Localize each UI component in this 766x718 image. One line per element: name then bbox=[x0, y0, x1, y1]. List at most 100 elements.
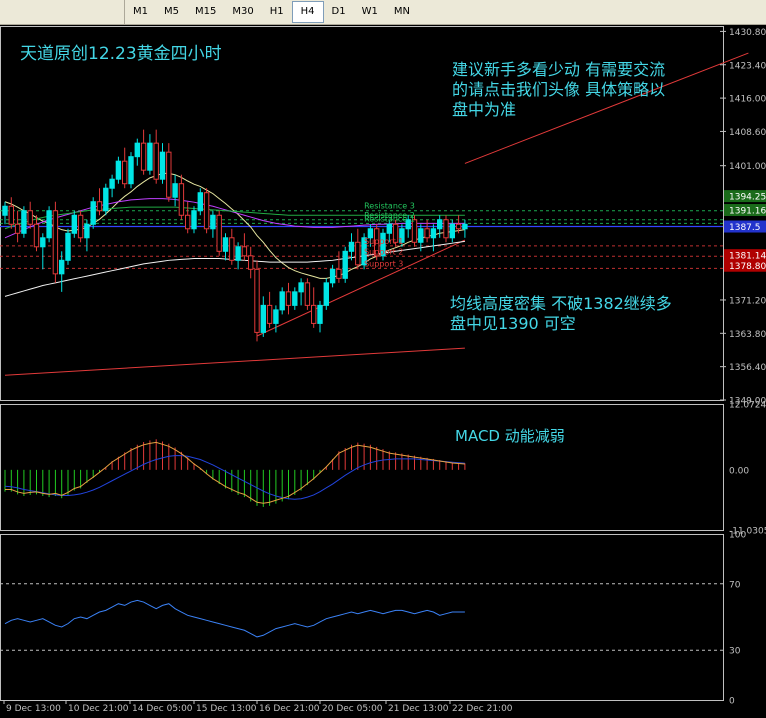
chart-annotation-macd: MACD 动能减弱 bbox=[455, 427, 565, 445]
candle-body bbox=[59, 259, 65, 275]
time-axis-label: 9 Dec 13:00 bbox=[6, 704, 61, 714]
ma-comment-line: 均线高度密集 不破1382继续多 bbox=[450, 294, 672, 313]
candle-body bbox=[241, 246, 248, 257]
candle-body bbox=[33, 223, 40, 248]
timeframe-button-m5[interactable]: M5 bbox=[156, 1, 187, 23]
timeframe-button-m1[interactable]: M1 bbox=[125, 1, 156, 23]
timeframe-button-group: M1 M5 M15 M30 H1 H4 D1 W1 MN bbox=[124, 0, 418, 24]
candle-body bbox=[71, 214, 77, 234]
candle-body bbox=[298, 282, 304, 293]
candle-body bbox=[386, 223, 393, 234]
candle-body bbox=[222, 237, 229, 252]
trend-line bbox=[4, 347, 465, 376]
price-level-label: Resistance 3 bbox=[364, 202, 415, 211]
candle-body bbox=[52, 210, 59, 275]
candle-body bbox=[317, 304, 323, 324]
chart-annotation-title: 天道原创12.23黄金四小时 bbox=[20, 44, 222, 64]
candle-body bbox=[185, 214, 191, 230]
timeframe-button-d1[interactable]: D1 bbox=[324, 1, 354, 23]
price-level-label: Support 1 bbox=[364, 237, 403, 246]
timeframe-button-h1[interactable]: H1 bbox=[262, 1, 292, 23]
time-axis-label: 20 Dec 05:00 bbox=[322, 704, 383, 714]
time-axis-label: 14 Dec 05:00 bbox=[132, 704, 193, 714]
rsi-line bbox=[4, 599, 465, 638]
chart-pane-frame bbox=[0, 534, 724, 701]
price-axis-label: 1387.5 bbox=[729, 223, 761, 233]
timeframe-button-mn[interactable]: MN bbox=[386, 1, 418, 23]
candle-body bbox=[115, 160, 122, 180]
candle-body bbox=[191, 210, 197, 230]
candle-body bbox=[424, 228, 430, 239]
chart-annotation-advice: 建议新手多看少动 有需要交流 的请点击我们头像 具体策略以 盘中为准 bbox=[452, 60, 665, 120]
candle-body bbox=[153, 142, 159, 180]
price-axis-label: 1394.25 bbox=[729, 193, 766, 203]
rsi-axis-label: 0 bbox=[729, 697, 735, 707]
candle-body bbox=[455, 223, 462, 230]
price-axis-label: 1378.80 bbox=[729, 262, 766, 272]
candle-body bbox=[336, 268, 342, 279]
candle-body bbox=[65, 232, 71, 261]
candle-body bbox=[329, 268, 336, 284]
candle-body bbox=[342, 250, 348, 279]
candle-body bbox=[216, 214, 222, 252]
candle-body bbox=[348, 241, 355, 252]
timeframe-button-m30[interactable]: M30 bbox=[224, 1, 261, 23]
candle-body bbox=[266, 304, 273, 324]
time-axis-label: 10 Dec 21:00 bbox=[68, 704, 129, 714]
price-axis-label: 1423.40 bbox=[729, 61, 766, 71]
price-axis-label: 1408.60 bbox=[729, 128, 766, 138]
candle-body bbox=[103, 187, 109, 212]
candle-body bbox=[134, 142, 141, 158]
advice-line: 盘中为准 bbox=[452, 100, 517, 119]
candle-body bbox=[462, 223, 468, 230]
timeframe-button-w1[interactable]: W1 bbox=[354, 1, 386, 23]
trading-chart[interactable]: Resistance 3Resistance 2Resistance 1Supp… bbox=[0, 24, 766, 718]
candle-body bbox=[292, 291, 298, 306]
candle-body bbox=[90, 201, 96, 225]
timeframe-button-h4[interactable]: H4 bbox=[291, 1, 324, 23]
candle-body bbox=[147, 142, 153, 171]
candle-body bbox=[279, 291, 285, 311]
price-axis-label: 1371.20 bbox=[729, 296, 766, 306]
candle-body bbox=[235, 246, 241, 261]
advice-line: 的请点击我们头像 具体策略以 bbox=[452, 80, 666, 99]
candle-body bbox=[46, 210, 52, 239]
candle-body bbox=[229, 237, 235, 261]
rsi-axis-label: 30 bbox=[729, 647, 741, 657]
candle-body bbox=[197, 192, 204, 212]
candle-body bbox=[260, 304, 267, 333]
candle-body bbox=[109, 178, 115, 189]
candle-body bbox=[159, 151, 166, 180]
time-axis-label: 16 Dec 21:00 bbox=[259, 704, 320, 714]
candle-body bbox=[128, 156, 134, 185]
timeframe-button-m15[interactable]: M15 bbox=[187, 1, 224, 23]
candle-body bbox=[21, 210, 27, 234]
candle-body bbox=[254, 268, 260, 333]
ma-comment-line: 盘中见1390 可空 bbox=[450, 314, 576, 333]
candle-body bbox=[84, 223, 90, 239]
time-axis-label: 21 Dec 13:00 bbox=[388, 704, 449, 714]
candle-body bbox=[273, 309, 279, 324]
candle-body bbox=[323, 282, 330, 306]
price-axis-label: 1416.00 bbox=[729, 95, 766, 105]
candle-body bbox=[443, 219, 449, 239]
candle-body bbox=[437, 219, 443, 230]
candle-body bbox=[248, 255, 254, 270]
macd-axis-label: 12.0724 bbox=[729, 401, 766, 411]
candle-body bbox=[418, 228, 424, 243]
price-axis-label: 1356.40 bbox=[729, 363, 766, 373]
candle-body bbox=[96, 201, 103, 212]
candle-body bbox=[166, 151, 172, 198]
rsi-axis-label: 70 bbox=[729, 580, 741, 590]
rsi-axis-label: 100 bbox=[729, 531, 746, 541]
candle-body bbox=[122, 160, 128, 185]
price-axis-label: 1363.80 bbox=[729, 330, 766, 340]
price-level-label: Resistance 1 bbox=[364, 214, 415, 223]
candle-body bbox=[77, 214, 84, 239]
candle-body bbox=[140, 142, 147, 171]
candle-body bbox=[2, 205, 8, 216]
candle-body bbox=[285, 291, 292, 306]
candle-body bbox=[449, 223, 456, 239]
price-axis-label: 1401.00 bbox=[729, 162, 766, 172]
macd-axis-label: 0.00 bbox=[729, 466, 749, 476]
